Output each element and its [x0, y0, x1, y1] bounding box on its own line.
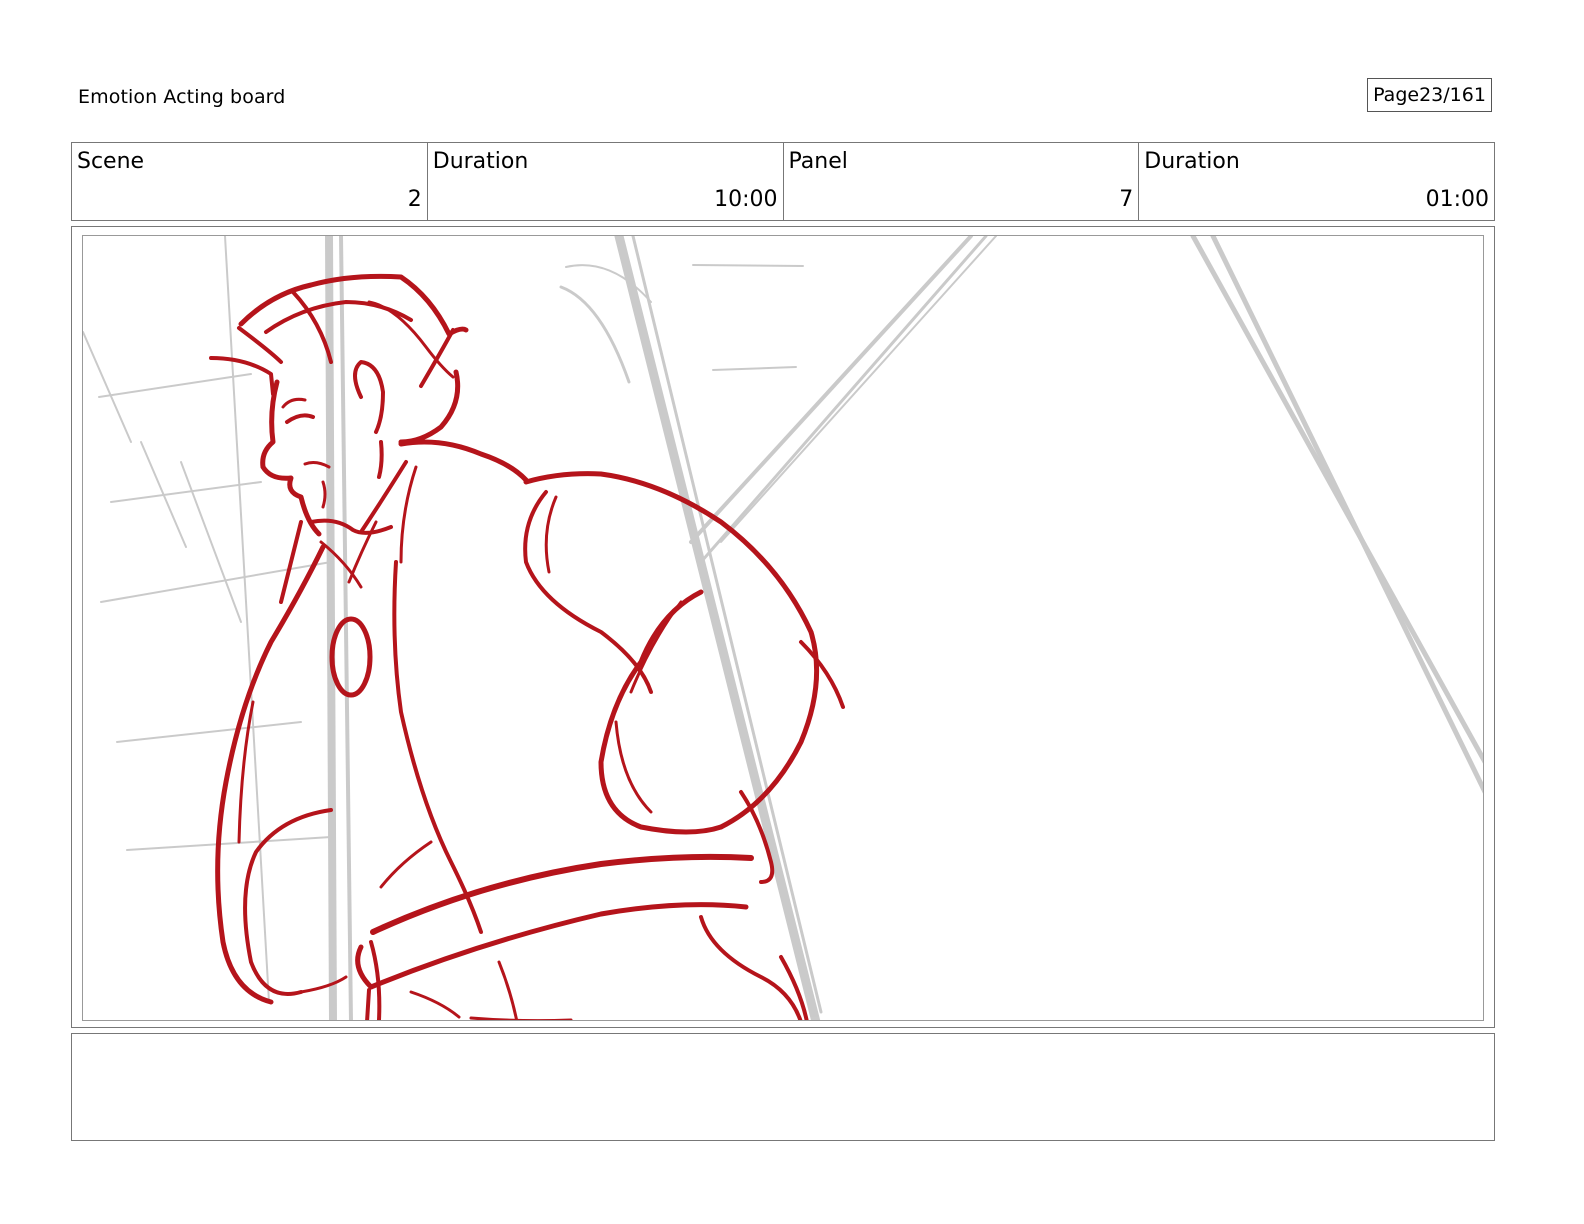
panel-duration-cell: Duration 01:00	[1139, 143, 1494, 220]
panel-duration-label: Duration	[1144, 149, 1240, 174]
scene-duration-label: Duration	[432, 149, 529, 174]
scene-value: 2	[407, 187, 422, 212]
panel-cell: Panel 7	[784, 143, 1140, 220]
storyboard-panel-frame	[71, 226, 1495, 1028]
storyboard-panel	[82, 235, 1484, 1021]
scene-duration-cell: Duration 10:00	[428, 143, 784, 220]
scene-cell: Scene 2	[72, 143, 428, 220]
page-indicator: Page 23/161	[1367, 78, 1492, 112]
scene-label: Scene	[77, 149, 145, 174]
panel-duration-value: 01:00	[1425, 187, 1489, 212]
panel-info-row: Scene 2 Duration 10:00 Panel 7 Duration …	[71, 142, 1495, 221]
notes-area	[71, 1033, 1495, 1141]
scene-duration-value: 10:00	[714, 187, 778, 212]
panel-label: Panel	[788, 149, 848, 174]
board-title: Emotion Acting board	[78, 86, 286, 108]
panel-value: 7	[1119, 187, 1134, 212]
page-label: Page	[1373, 84, 1420, 106]
background-guides	[83, 236, 1483, 1020]
character-sketch	[209, 273, 845, 1020]
page-number: 23/161	[1419, 84, 1486, 106]
sketch-drawing	[83, 236, 1483, 1020]
